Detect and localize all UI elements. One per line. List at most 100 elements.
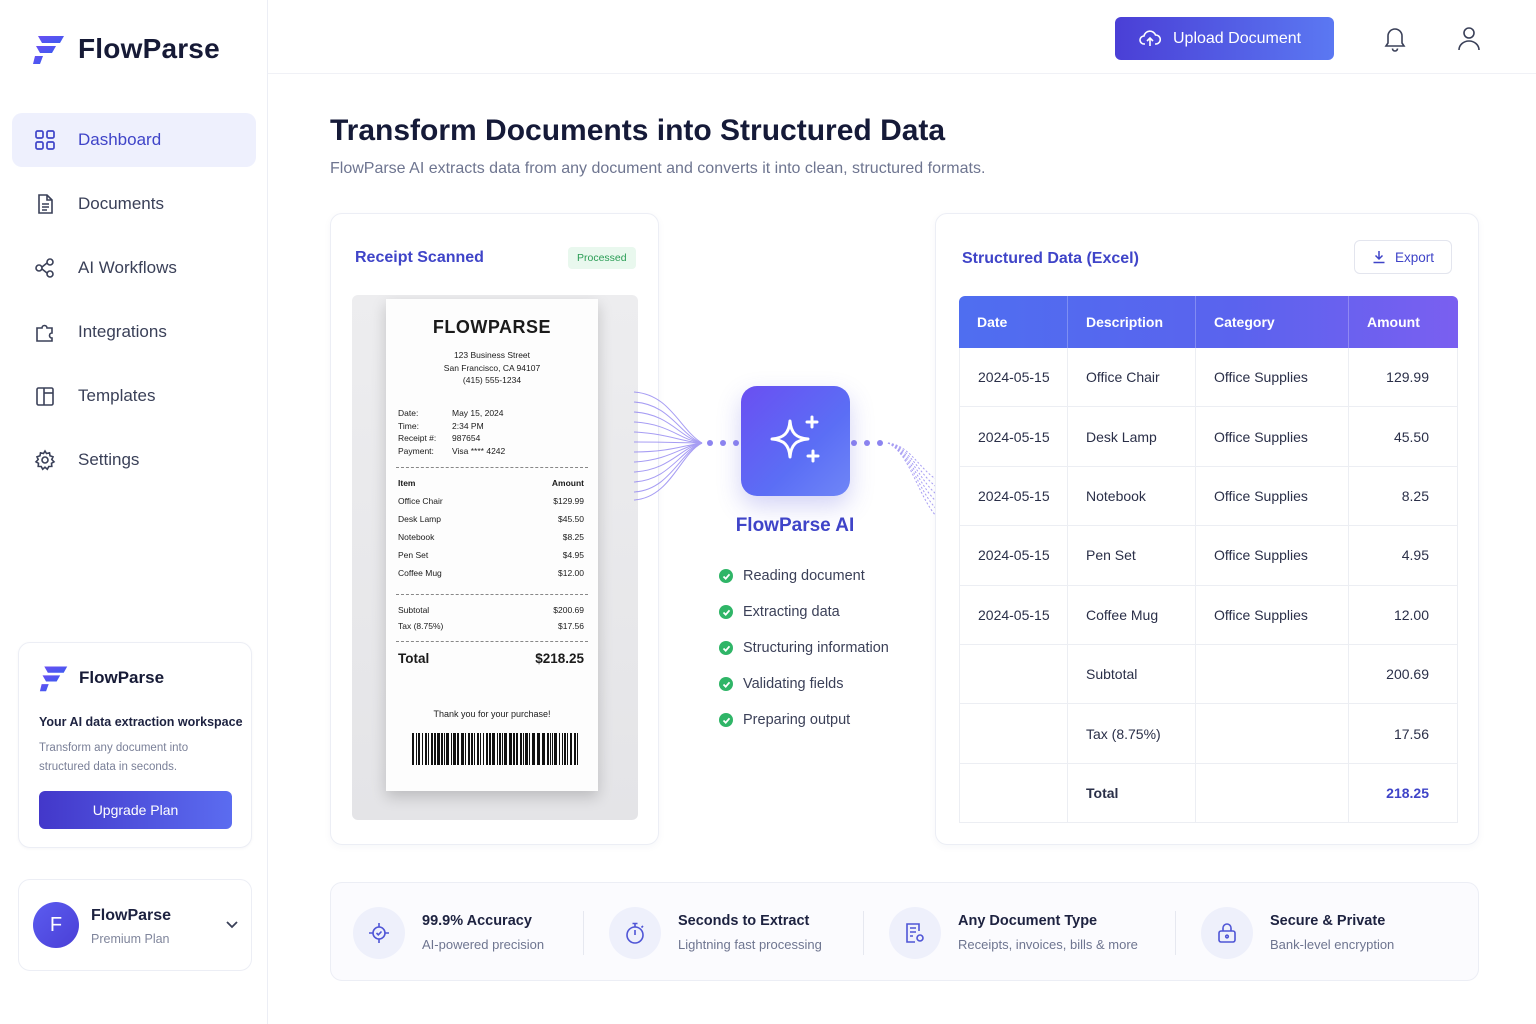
processing-step-label: Validating fields — [743, 676, 844, 692]
receipt-subtotal: $200.69 — [553, 605, 584, 615]
flowparse-logo-icon — [33, 36, 64, 64]
receipt-item-name: Office Chair — [398, 496, 443, 506]
sidebar-item-ai-workflows[interactable]: AI Workflows — [12, 241, 256, 295]
column-header-description[interactable]: Description — [1068, 296, 1196, 348]
upgrade-plan-button[interactable]: Upgrade Plan — [39, 791, 232, 829]
receipt-total-label: Total — [398, 651, 430, 666]
promo-title: Your AI data extraction workspace — [39, 715, 243, 729]
column-header-category[interactable]: Category — [1196, 296, 1349, 348]
receipt-item-name: Notebook — [398, 532, 435, 542]
table-row[interactable]: 2024-05-15 Pen Set Office Supplies 4.95 — [959, 526, 1458, 586]
export-label: Export — [1394, 249, 1435, 265]
export-button[interactable]: Export — [1354, 240, 1452, 274]
receipt-image: FLOWPARSE 123 Business Street San Franci… — [352, 295, 638, 820]
processing-step-label: Preparing output — [743, 712, 851, 728]
table-row[interactable]: 2024-05-15 Desk Lamp Office Supplies 45.50 — [959, 407, 1458, 467]
feature-security: Secure & Private Bank-level encryption — [1201, 883, 1394, 982]
table-row[interactable]: 2024-05-15 Coffee Mug Office Supplies 12.00 — [959, 585, 1458, 645]
receipt-card: Receipt Scanned Processed FLOWPARSE 123 … — [330, 213, 659, 845]
feature-document-types: Any Document Type Receipts, invoices, bi… — [889, 883, 1138, 982]
sidebar-item-documents[interactable]: Documents — [12, 177, 256, 231]
divider — [396, 594, 588, 595]
brand-name: FlowParse — [78, 33, 220, 64]
upload-document-button[interactable]: Upload Document — [1115, 17, 1334, 60]
table-row[interactable]: 2024-05-15 Notebook Office Supplies 8.25 — [959, 466, 1458, 527]
ai-engine-tile — [741, 386, 850, 496]
table-cell: Desk Lamp — [1068, 407, 1196, 466]
brand-logo[interactable]: FlowParse — [32, 32, 220, 66]
table-cell: 2024-05-15 — [959, 348, 1068, 407]
status-badge: Processed — [568, 247, 636, 269]
processing-step-label: Reading document — [743, 568, 865, 584]
table-cell: 2024-05-15 — [959, 585, 1068, 644]
promo-brand: FlowParse — [39, 663, 164, 693]
divider — [863, 911, 864, 955]
receipt-tax-label: Tax (8.75%) — [398, 621, 444, 631]
receipt-total-value: $218.25 — [535, 651, 584, 666]
data-table: Date Description Category Amount 2024-05… — [959, 296, 1458, 824]
promo-card: FlowParse Your AI data extraction worksp… — [18, 642, 252, 848]
processing-step: Preparing output — [719, 702, 889, 738]
receipt-items: Item Amount Office Chair $129.99 Desk Lamp… — [398, 474, 584, 582]
sidebar-item-label: Dashboard — [78, 130, 162, 149]
table-row-total[interactable]: Total 218.25 — [959, 763, 1458, 824]
receipt-meta-key: Receipt #: — [398, 433, 437, 443]
receipt-item-amount: $4.95 — [562, 550, 584, 560]
processing-step: Validating fields — [719, 666, 889, 702]
sidebar: FlowParse Dashboard Documents AI Workflo… — [0, 0, 268, 1024]
grid-icon — [34, 129, 56, 151]
table-cell: 2024-05-15 — [959, 526, 1068, 585]
receipt-card-title: Receipt Scanned — [355, 249, 484, 266]
sidebar-item-settings[interactable]: Settings — [12, 433, 256, 487]
sidebar-item-label: AI Workflows — [78, 258, 177, 277]
sidebar-item-label: Documents — [78, 194, 164, 213]
receipt-meta: Date: May 15, 2024 Time: 2:34 PM Receipt #… — [398, 407, 505, 457]
table-cell: Office Supplies — [1196, 466, 1349, 526]
table-row-tax[interactable]: Tax (8.75%) 17.56 — [959, 704, 1458, 764]
processing-step: Structuring information — [719, 630, 889, 666]
sidebar-item-integrations[interactable]: Integrations — [12, 305, 256, 359]
account-switcher[interactable]: F FlowParse Premium Plan — [18, 879, 252, 971]
divider — [583, 911, 584, 955]
receipt-item-name: Pen Set — [398, 550, 429, 560]
table-row[interactable]: 2024-05-15 Office Chair Office Supplies 129… — [959, 348, 1458, 408]
document-settings-icon — [889, 906, 941, 959]
sidebar-item-templates[interactable]: Templates — [12, 369, 256, 423]
table-cell: Subtotal — [1068, 644, 1196, 704]
check-icon — [719, 569, 733, 583]
processing-step-label: Structuring information — [743, 640, 889, 656]
table-cell: 8.25 — [1349, 466, 1458, 526]
receipt-item-name: Desk Lamp — [398, 514, 441, 524]
chevron-down-icon[interactable] — [224, 916, 240, 932]
table-row-subtotal[interactable]: Subtotal 200.69 — [959, 644, 1458, 705]
feature-title: Seconds to Extract — [678, 913, 810, 929]
receipt-item-amount: $8.25 — [562, 532, 584, 542]
processing-step: Reading document — [719, 558, 889, 594]
bell-icon[interactable] — [1382, 24, 1408, 52]
feature-accuracy: 99.9% Accuracy AI-powered precision — [353, 883, 544, 982]
feature-title: 99.9% Accuracy — [422, 913, 532, 929]
receipt-subtotal-label: Subtotal — [398, 605, 430, 615]
feature-speed: Seconds to Extract Lightning fast proces… — [609, 883, 822, 982]
check-icon — [719, 641, 733, 655]
cloud-upload-icon — [1139, 29, 1161, 46]
receipt-item-amount: $129.99 — [553, 496, 584, 506]
receipt-meta-value: 987654 — [452, 433, 481, 443]
column-header-date[interactable]: Date — [959, 296, 1068, 348]
processing-step-label: Extracting data — [743, 604, 840, 620]
feature-description: Bank-level encryption — [1270, 937, 1395, 952]
column-header-amount[interactable]: Amount — [1349, 296, 1458, 348]
stopwatch-icon — [609, 906, 661, 959]
structured-data-title: Structured Data (Excel) — [962, 250, 1139, 267]
receipt-meta-value: Visa **** 4242 — [452, 445, 506, 456]
user-icon[interactable] — [1456, 24, 1482, 52]
target-icon — [353, 906, 405, 959]
feature-description: Receipts, invoices, bills & more — [958, 937, 1138, 952]
sidebar-item-dashboard[interactable]: Dashboard — [12, 113, 256, 167]
receipt-store-name: FLOWPARSE — [432, 317, 552, 337]
table-cell: Office Supplies — [1196, 526, 1349, 585]
table-cell: Notebook — [1068, 466, 1196, 526]
table-cell — [959, 704, 1068, 763]
table-cell: 218.25 — [1349, 763, 1458, 823]
receipt-address-line: 123 Business Street — [453, 350, 531, 360]
